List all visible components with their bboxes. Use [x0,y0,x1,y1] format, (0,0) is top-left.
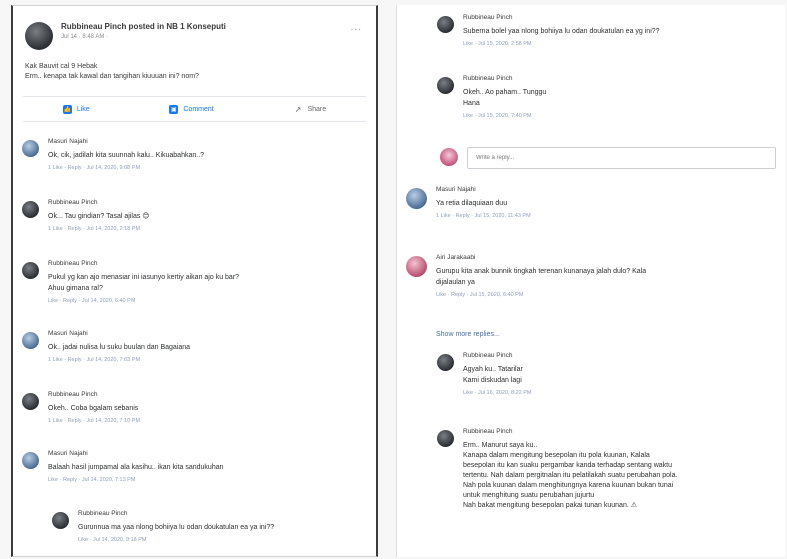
comment-item: Masuri Najahi Balaah hasil jumpamal ala … [22,450,224,483]
share-icon: ↗ [294,104,302,114]
comment-text-line2: Kami diskudan lagi [463,377,522,384]
comment-item: Rubbineau Pinch Okeh.. Coba bgalam seban… [22,391,140,424]
author-avatar[interactable] [25,22,53,50]
commenter-avatar[interactable] [52,512,69,529]
share-button[interactable]: ↗ Share [293,104,327,114]
like-button[interactable]: 👍 Like [62,104,90,114]
post-action-bar: 👍 Like ▣ Comment ↗ Share [23,96,366,122]
comment-text: Balaah hasil jumpamal ala kasihu.. ikan … [48,464,224,471]
comment-author[interactable]: Rubbineau Pinch [463,75,546,82]
comment-item: Masuri Najahi Ok, cik, jadilah kita suun… [22,138,204,171]
post-header: Rubbineau Pinch posted in NB 1 Konseputi… [13,6,376,56]
comment-text: Ya retia dilaquiaan duu [436,200,508,207]
post-body-line: Kak Bauvit cal 9 Hebak [25,63,98,70]
commenter-avatar[interactable] [22,393,39,410]
comment-meta[interactable]: Like · Jul 15, 2020, 2:58 PM [463,41,660,47]
commenter-avatar[interactable] [406,188,427,209]
comment-author[interactable]: Rubbineau Pinch [463,352,531,359]
comment-author[interactable]: Masuri Najahi [436,186,531,193]
comment-text: Ok, cik, jadilah kita suunnah kalu.. Kik… [48,152,205,159]
comment-author[interactable]: Rubbineau Pinch [48,391,140,398]
thumbs-up-icon: 👍 [62,104,72,114]
comment-text: Gurupu kita anak bunnik tingkah terenan … [436,268,647,275]
comment-author[interactable]: Masuri Najahi [48,138,204,145]
comment-meta[interactable]: Like · Jul 15, 2020, 7:40 PM [463,113,546,119]
reply-item: Rubbineau Pinch Agyah ku.. Tatarilar Kam… [437,352,531,396]
post-body: Kak Bauvit cal 9 Hebak Erm.. kenapa tak … [13,56,376,92]
comment-meta[interactable]: 1 Like · Reply · Jul 14, 2020, 7:03 PM [48,357,190,363]
commenter-avatar[interactable] [22,452,39,469]
comment-author[interactable]: Rubbineau Pinch [48,199,150,206]
comment-item: Rubbineau Pinch Pukul yg kan ajo menasia… [22,260,239,304]
reply-item: Rubbineau Pinch Suberna bolel yaa nlong … [437,14,660,47]
comment-text: Ok... Tau gindian? Tasal ajilas 😊 [48,213,150,220]
current-user-avatar [440,148,458,166]
commenter-avatar[interactable] [22,201,39,218]
post-timestamp[interactable]: Jul 14 · 8:48 AM · [61,34,226,40]
comment-text-line2: dijalaulan ya [436,279,475,286]
comment-meta[interactable]: Like · Reply · Jul 15, 2020, 6:40 PM [436,292,646,298]
comment-text: Okeh.. Ao paham.. Tunggu [463,89,547,96]
commenter-avatar[interactable] [437,77,454,94]
comment-text-line: besepolan itu kan suaku pergambar kanda … [463,462,672,469]
comment-item: Masuri Najahi Ya retia dilaquiaan duu 1 … [406,186,531,219]
comment-text-line: tertentu. Nah dalam pergitnalan itu pela… [463,472,678,479]
comment-text: Agyah ku.. Tatarilar [463,366,523,373]
comment-text: Erm.. Manurut saya ku.. [463,442,538,449]
comment-text: Ok.. jadai nulisa lu suku buulan dan Bag… [48,344,191,351]
show-more-replies-link[interactable]: Show more replies... [436,331,500,338]
comment-meta[interactable]: Like · Reply · Jul 14, 2020, 7:13 PM [48,477,224,483]
share-label: Share [307,105,327,113]
reply-input[interactable] [467,147,776,169]
comment-item: Rubbineau Pinch Ok... Tau gindian? Tasal… [22,199,150,232]
commenter-avatar[interactable] [22,262,39,279]
comment-label: Comment [183,105,214,113]
comment-author[interactable]: Rubbineau Pinch [463,428,677,435]
comment-text-line: untuk menghitung suatu perubahan jujurtu [463,492,595,499]
post-body-line: Erm.. kenapa tak kawal dan tangihan kiuu… [25,73,199,80]
comment-text-line: Kanapa dalam mengitung besepolan itu pol… [463,452,650,459]
comment-meta[interactable]: 1 Like · Reply · Jul 14, 2020, 7:10 PM [48,418,140,424]
reply-item: Rubbineau Pinch Gurunnua ma yaa nlong bo… [52,510,274,543]
comment-text-line: Nah bakat mengitung besepolan pakai tuna… [463,502,638,509]
reply-item: Rubbineau Pinch Okeh.. Ao paham.. Tunggu… [437,75,546,119]
comment-icon: ▣ [169,104,179,114]
commenter-avatar[interactable] [22,140,39,157]
comment-button[interactable]: ▣ Comment [169,104,214,114]
comment-text: Pukul yg kan ajo menasiar ini iasunyo ke… [48,274,240,281]
comment-text: Gurunnua ma yaa nlong bohiiya lu odan do… [78,524,275,531]
post-meta: Rubbineau Pinch posted in NB 1 Konseputi… [61,22,226,50]
commenter-avatar[interactable] [437,16,454,33]
comment-item: Masuri Najahi Ok.. jadai nulisa lu suku … [22,330,190,363]
comment-meta[interactable]: Like · Jul 16, 2020, 8:22 PM [463,390,531,396]
comment-meta[interactable]: Like · Reply · Jul 14, 2020, 6:40 PM [48,298,239,304]
comment-text-line: Nah pola kuunan dalam menghitungnya kare… [463,482,674,489]
comment-author[interactable]: Airi Jarakaabi [436,254,646,261]
commenter-avatar[interactable] [437,354,454,371]
more-options-icon[interactable]: ... [351,22,362,33]
commenter-avatar[interactable] [437,430,454,447]
comment-text-line2: Ahuu gimana ral? [48,285,103,292]
commenter-avatar[interactable] [406,256,427,277]
reply-item: Rubbineau Pinch Erm.. Manurut saya ku.. … [437,428,677,511]
comment-author[interactable]: Masuri Najahi [48,450,224,457]
comment-author[interactable]: Rubbineau Pinch [78,510,274,517]
comment-item: Airi Jarakaabi Gurupu kita anak bunnik t… [406,254,646,298]
comment-meta[interactable]: 1 Like · Reply · Jul 14, 2020, 2:18 PM [48,226,150,232]
comment-text: Okeh.. Coba bgalam sebanis [48,405,139,412]
comment-text-line2: Hana [463,100,480,107]
like-label: Like [76,105,90,113]
commenter-avatar[interactable] [22,332,39,349]
comment-meta[interactable]: 1 Like · Reply · Jul 15, 2020, 11:43 PM [436,213,531,219]
comment-author[interactable]: Rubbineau Pinch [48,260,239,267]
comment-author[interactable]: Masuri Najahi [48,330,190,337]
comment-meta[interactable]: Like · Jul 14, 2020, 9:18 PM [78,537,274,543]
post-author-line[interactable]: Rubbineau Pinch posted in NB 1 Konseputi [61,22,226,31]
comment-text: Suberna bolel yaa nlong bohiiya lu odan … [463,28,660,35]
comment-meta[interactable]: 1 Like · Reply · Jul 14, 2020, 9:08 PM [48,165,204,171]
comment-author[interactable]: Rubbineau Pinch [463,14,660,21]
